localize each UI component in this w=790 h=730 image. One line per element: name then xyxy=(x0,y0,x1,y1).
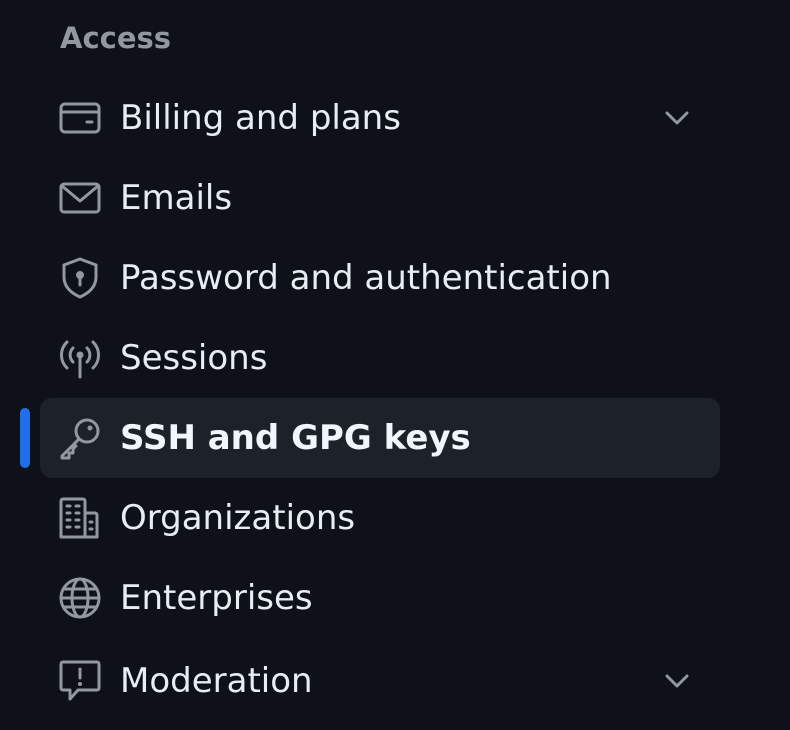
sidebar-item-label: Sessions xyxy=(120,338,268,378)
organization-icon xyxy=(58,496,102,540)
chevron-down-icon[interactable] xyxy=(662,103,692,133)
sidebar-item-label: Password and authentication xyxy=(120,258,612,298)
sidebar-item-sessions[interactable]: Sessions xyxy=(40,318,720,398)
sidebar-item-enterprises[interactable]: Enterprises xyxy=(40,558,720,638)
sidebar-item-ssh-and-gpg-keys[interactable]: SSH and GPG keys xyxy=(40,398,720,478)
active-indicator xyxy=(20,408,30,468)
report-icon xyxy=(58,659,102,703)
section-title-access: Access xyxy=(60,21,172,55)
sidebar-item-emails[interactable]: Emails xyxy=(40,158,720,238)
sidebar-item-label: Enterprises xyxy=(120,578,313,618)
settings-sidebar-nav: Access Billing and plans Emails Password… xyxy=(0,0,790,730)
key-icon xyxy=(58,416,102,460)
mail-icon xyxy=(58,176,102,220)
sidebar-item-label: Emails xyxy=(120,178,233,218)
sidebar-item-moderation[interactable]: Moderation xyxy=(40,641,720,721)
globe-icon xyxy=(58,576,102,620)
chevron-down-icon[interactable] xyxy=(662,666,692,696)
shield-lock-icon xyxy=(58,256,102,300)
credit-card-icon xyxy=(58,96,102,140)
sidebar-item-label: Moderation xyxy=(120,661,313,701)
sidebar-item-password-and-authentication[interactable]: Password and authentication xyxy=(40,238,720,318)
sidebar-item-label: Billing and plans xyxy=(120,98,401,138)
sidebar-item-label: Organizations xyxy=(120,498,356,538)
sidebar-item-billing-and-plans[interactable]: Billing and plans xyxy=(40,78,720,158)
broadcast-icon xyxy=(58,336,102,380)
sidebar-item-label: SSH and GPG keys xyxy=(120,418,471,458)
sidebar-item-organizations[interactable]: Organizations xyxy=(40,478,720,558)
